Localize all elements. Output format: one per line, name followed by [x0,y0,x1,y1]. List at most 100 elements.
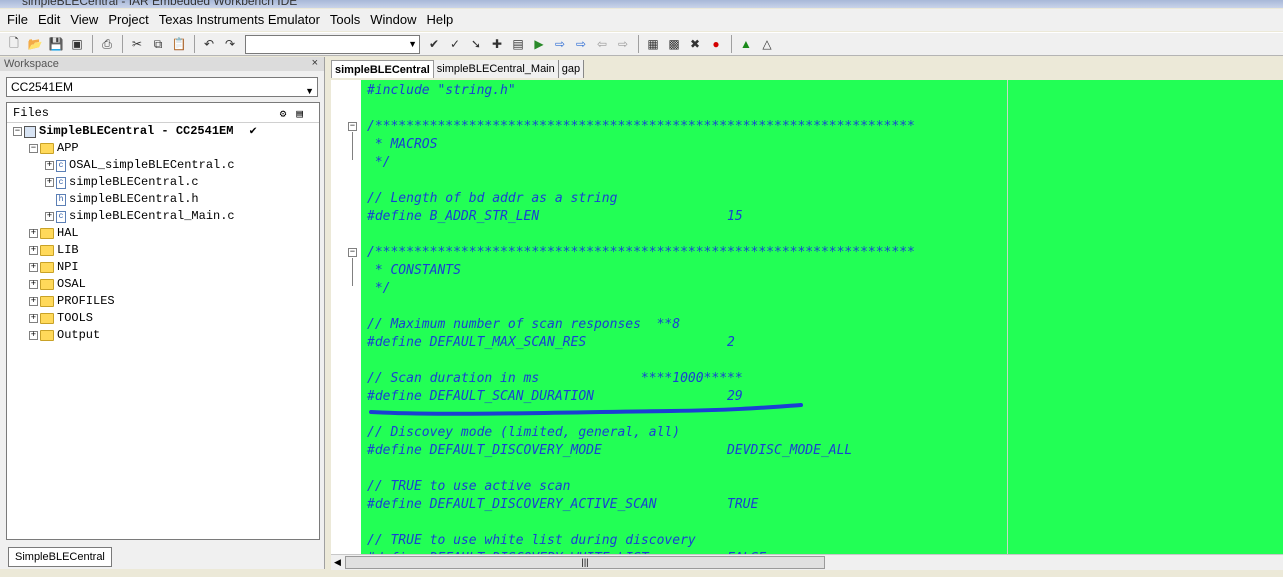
undo-icon[interactable]: ↶ [199,34,219,54]
bookmark-icon[interactable]: ✚ [487,34,507,54]
expand-icon[interactable]: + [29,246,38,255]
collapse-icon[interactable]: − [13,127,22,136]
files-header: Files ⚙▤ [7,103,319,123]
toolbar-separator [122,35,123,53]
debug-icon[interactable]: ▲ [736,34,756,54]
options-icon[interactable]: ⚙ [280,109,297,121]
header-file-icon: h [56,193,66,206]
print-icon[interactable]: ⎙ [97,34,117,54]
collapse-icon[interactable]: − [29,144,38,153]
save-all-icon[interactable]: ▣ [67,34,87,54]
tab-gap[interactable]: gap [558,60,585,78]
go-to-icon[interactable]: ➘ [466,34,486,54]
folder-icon [40,245,54,256]
code-editor[interactable]: #include "string.h"/********************… [331,80,1283,554]
menu-texas-instruments-emulator[interactable]: Texas Instruments Emulator [154,9,325,31]
tree-project[interactable]: − SimpleBLECentral - CC2541EM ✔ [7,123,319,140]
toolbar-separator [194,35,195,53]
cut-icon[interactable]: ✂ [127,34,147,54]
c-file-icon: c [56,159,66,172]
title-bar: simpleBLECentral - IAR Embedded Workbenc… [0,0,1283,8]
navigate-forward-icon[interactable]: ⇨ [550,34,570,54]
build-status-icon[interactable]: ▤ [296,109,313,121]
expand-icon[interactable]: + [45,161,54,170]
horizontal-scrollbar[interactable]: ◀ ||| [331,554,1283,570]
menu-tools[interactable]: Tools [325,9,365,31]
copy-icon[interactable]: ⧉ [148,34,168,54]
tree-folder[interactable]: + TOOLS [7,310,319,327]
c-file-icon: c [56,176,66,189]
redo-icon[interactable]: ↷ [220,34,240,54]
expand-icon[interactable]: + [29,229,38,238]
files-panel: Files ⚙▤ − SimpleBLECentral - CC2541EM ✔ − A… [6,102,320,540]
new-file-icon[interactable]: 🗋 [4,34,24,54]
workspace-tab[interactable]: SimpleBLECentral [8,547,112,567]
expand-icon[interactable]: + [29,331,38,340]
active-project-check-icon: ✔ [249,124,257,138]
fold-toggle-constants[interactable]: − [348,248,357,257]
tree-folder[interactable]: + OSAL [7,276,319,293]
expand-icon[interactable]: + [29,263,38,272]
tree-item-label: simpleBLECentral_Main.c [69,209,235,223]
search-combo[interactable]: ▼ [245,34,420,54]
menu-window[interactable]: Window [365,9,421,31]
tree-folder[interactable]: + NPI [7,259,319,276]
expand-icon[interactable]: + [45,178,54,187]
tree-file[interactable]: h simpleBLECentral.h [7,191,319,208]
debug-without-download-icon[interactable]: △ [757,34,777,54]
folder-icon [40,296,54,307]
tree-file[interactable]: + c simpleBLECentral_Main.c [7,208,319,225]
menu-view[interactable]: View [65,9,103,31]
folder-icon [40,330,54,341]
fold-line [352,258,353,286]
configuration-select[interactable]: CC2541EM ▼ [6,77,318,97]
expand-icon[interactable]: + [29,314,38,323]
tree-folder[interactable]: + LIB [7,242,319,259]
configuration-value: CC2541EM [11,80,74,94]
paste-icon[interactable]: 📋 [169,34,189,54]
tree-item-label: NPI [57,260,79,274]
folder-icon [40,279,54,290]
scroll-left-icon[interactable]: ◀ [334,557,341,568]
fold-line [352,132,353,160]
fold-toggle-macros[interactable]: − [348,122,357,131]
tab-simpleblecentral[interactable]: simpleBLECentral [331,60,434,78]
tree-folder[interactable]: + PROFILES [7,293,319,310]
tree-file[interactable]: + c OSAL_simpleBLECentral.c [7,157,319,174]
files-header-icons: ⚙▤ [280,105,313,125]
save-icon[interactable]: 💾 [46,34,66,54]
tab-simpleblecentral-main[interactable]: simpleBLECentral_Main [433,60,559,78]
tree-folder[interactable]: − APP [7,140,319,157]
tree-item-label: OSAL [57,277,86,291]
menu-project[interactable]: Project [103,9,153,31]
tree-folder[interactable]: + Output [7,327,319,344]
menu-help[interactable]: Help [422,9,459,31]
chevron-down-icon[interactable]: ▼ [305,82,314,100]
folder-icon [40,262,54,273]
stop-build-icon[interactable]: ✖ [685,34,705,54]
menu-file[interactable]: File [2,9,33,31]
tree-item-label: LIB [57,243,79,257]
expand-icon[interactable]: + [45,212,54,221]
find-icon[interactable]: ✔ [424,34,444,54]
chevron-down-icon[interactable]: ▼ [408,39,417,49]
expand-icon[interactable]: + [29,280,38,289]
tree-folder[interactable]: + HAL [7,225,319,242]
navigate-next-icon[interactable]: ⇨ [571,34,591,54]
navigate-prev-icon[interactable]: ⇦ [592,34,612,54]
tree-file[interactable]: + c simpleBLECentral.c [7,174,319,191]
toggle-bookmark-icon[interactable]: ▤ [508,34,528,54]
scroll-thumb[interactable]: ||| [345,556,825,569]
toggle-breakpoint-icon[interactable]: ● [706,34,726,54]
find-next-icon[interactable]: ✓ [445,34,465,54]
menu-edit[interactable]: Edit [33,9,65,31]
tree-item-label: APP [57,141,79,155]
open-icon[interactable]: 📂 [25,34,45,54]
expand-icon[interactable]: + [29,297,38,306]
compile-icon[interactable]: ▦ [643,34,663,54]
make-icon[interactable]: ▩ [664,34,684,54]
navigate-back-icon[interactable]: ▶ [529,34,549,54]
close-icon[interactable]: × [312,57,318,69]
workspace-title: Workspace [0,57,324,71]
navigate-disabled-icon[interactable]: ⇨ [613,34,633,54]
